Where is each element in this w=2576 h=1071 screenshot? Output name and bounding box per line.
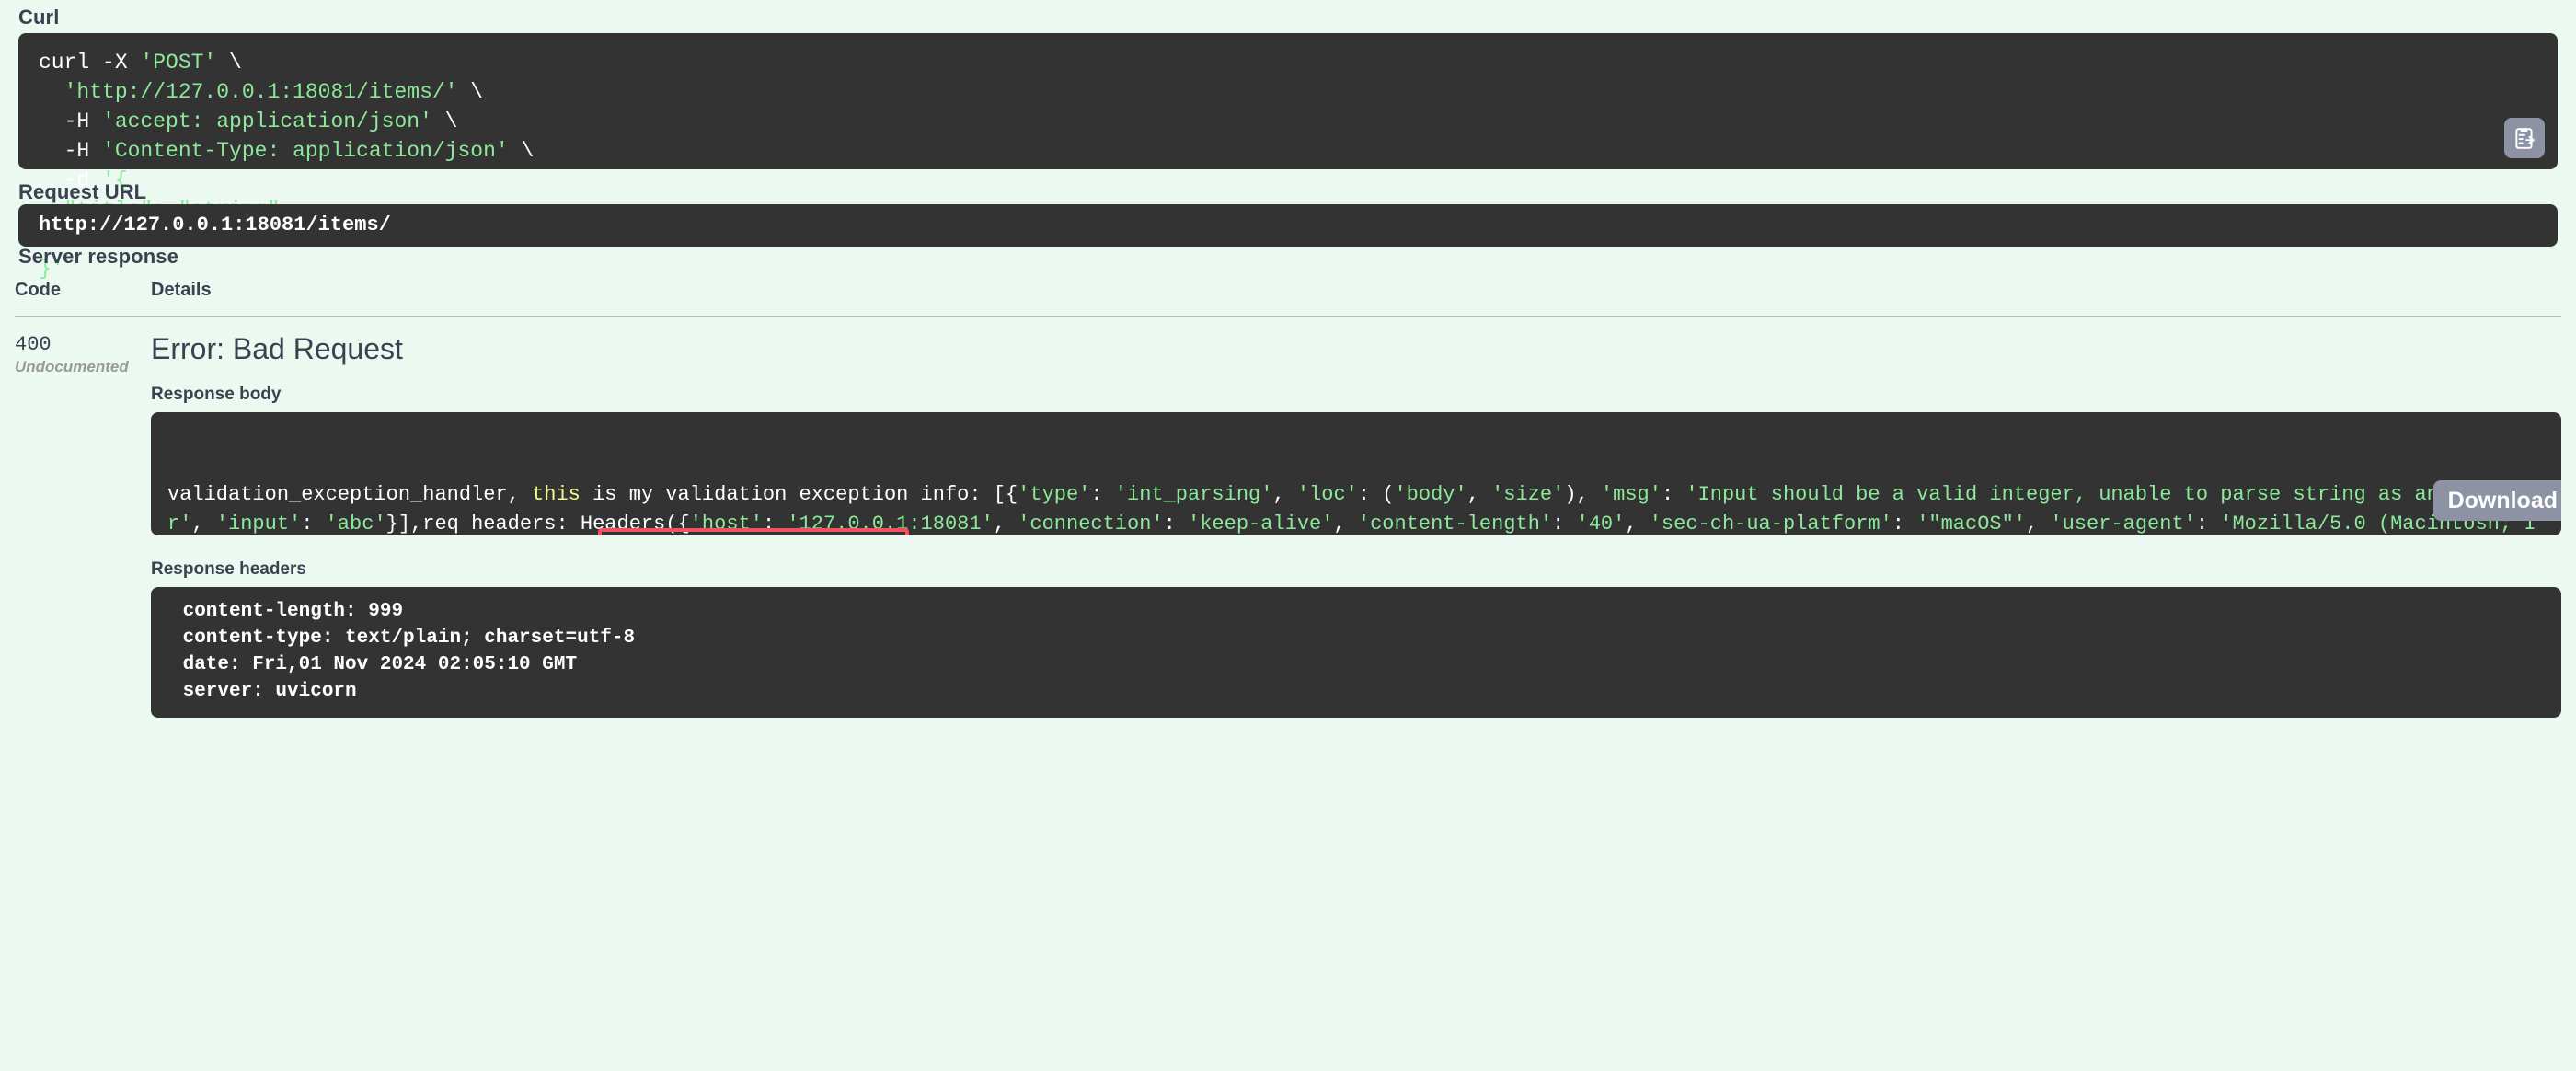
request-url-block: http://127.0.0.1:18081/items/ bbox=[18, 204, 2558, 247]
table-row: 400 Undocumented Error: Bad Request Resp… bbox=[15, 316, 2561, 718]
response-body-block: validation_exception_handler, this is my… bbox=[151, 412, 2561, 536]
server-response-table: Code Details 400 Undocumented Error: Bad… bbox=[15, 274, 2561, 718]
request-url-title: Request URL bbox=[18, 180, 147, 203]
swagger-response-panel: Curl curl -X 'POST' \ 'http://127.0.0.1:… bbox=[0, 0, 2576, 1071]
response-headers-label: Response headers bbox=[151, 559, 306, 579]
copy-curl-button[interactable] bbox=[2504, 118, 2545, 158]
response-headers-block: content-length: 999 content-type: text/p… bbox=[151, 587, 2561, 718]
download-button[interactable]: Download bbox=[2432, 480, 2561, 521]
curl-section-title: Curl bbox=[18, 6, 60, 29]
server-response-title: Server response bbox=[18, 245, 178, 268]
status-code: 400 bbox=[15, 333, 52, 356]
response-body-label: Response body bbox=[151, 385, 282, 404]
error-title: Error: Bad Request bbox=[151, 332, 403, 365]
clipboard-copy-icon bbox=[2515, 128, 2535, 149]
table-header-row: Code Details bbox=[15, 274, 2561, 317]
response-body-text: validation_exception_handler, this is my… bbox=[167, 483, 2536, 536]
response-code-cell: 400 Undocumented bbox=[15, 316, 151, 718]
column-header-code: Code bbox=[15, 280, 61, 300]
curl-command-block: curl -X 'POST' \ 'http://127.0.0.1:18081… bbox=[18, 33, 2558, 281]
column-header-details: Details bbox=[151, 280, 212, 300]
status-badge: Undocumented bbox=[15, 358, 129, 375]
response-details-cell: Error: Bad Request Response body validat… bbox=[151, 316, 2561, 718]
